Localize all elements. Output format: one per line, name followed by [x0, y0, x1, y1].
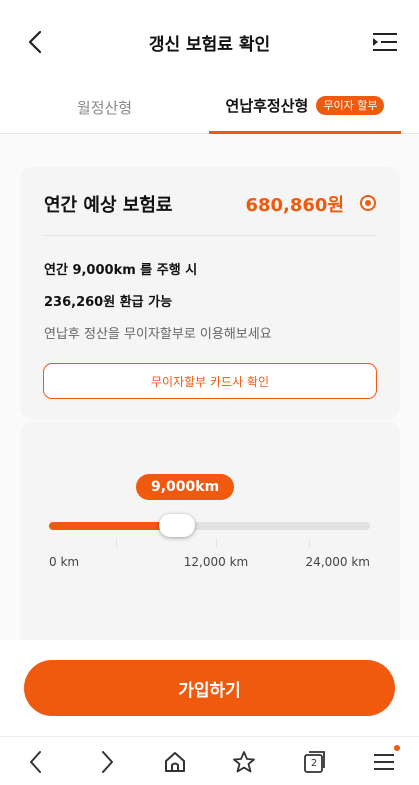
browser-tabs-button[interactable]: 2	[301, 749, 327, 775]
tab-label: 연납후정산형	[225, 97, 309, 115]
mileage-condition-text: 연간 9,000km 를 주행 시	[44, 263, 198, 278]
mileage-slider-track[interactable]	[49, 522, 370, 530]
slider-tick	[116, 538, 117, 548]
interest-free-badge: 무이자 할부	[316, 96, 385, 115]
notification-dot	[394, 745, 400, 751]
browser-toolbar: 2	[0, 736, 419, 785]
list-menu-icon	[373, 33, 397, 51]
home-icon	[165, 752, 185, 772]
tab-count: 2	[310, 758, 318, 769]
tab-label: 월정산형	[76, 98, 133, 117]
refund-text: 236,260원 환급 가능	[44, 295, 173, 310]
info-icon[interactable]	[360, 195, 376, 211]
hamburger-icon	[374, 754, 394, 770]
slider-tick	[216, 538, 217, 548]
scale-label-mid: 12,000 km	[183, 555, 249, 569]
header: 갱신 보험료 확인	[0, 0, 419, 80]
scale-label-min: 0 km	[49, 555, 80, 569]
list-menu-button[interactable]	[371, 28, 399, 56]
bottom-action-bar: 가입하기	[0, 640, 419, 736]
premium-amount: 680,860원	[245, 195, 344, 216]
browser-forward-button[interactable]	[94, 749, 120, 775]
join-button[interactable]: 가입하기	[24, 660, 395, 716]
scale-label-max: 24,000 km	[305, 555, 370, 569]
premium-title: 연간 예상 보험료	[44, 195, 173, 216]
browser-bookmark-button[interactable]	[231, 749, 257, 775]
slider-fill	[49, 522, 178, 530]
chevron-left-icon	[30, 751, 41, 773]
browser-menu-button[interactable]	[371, 745, 400, 775]
slider-value-bubble: 9,000km	[136, 474, 235, 500]
browser-home-button[interactable]	[162, 749, 188, 775]
card-company-check-button[interactable]: 무이자할부 카드사 확인	[43, 363, 377, 399]
tab-annual-settlement[interactable]: 연납후정산형 무이자 할부	[209, 80, 401, 134]
divider	[44, 235, 376, 236]
mileage-slider-thumb[interactable]	[159, 514, 196, 537]
installment-hint-text: 연납후 정산을 무이자할부로 이용해보세요	[44, 327, 272, 342]
tab-monthly-settlement[interactable]: 월정산형	[0, 80, 209, 134]
slider-tick	[309, 538, 310, 548]
mileage-slider-card: 9,000km 0 km 12,000 km 24,000 km	[20, 422, 400, 652]
browser-back-button[interactable]	[23, 749, 49, 775]
plan-tabs: 월정산형 연납후정산형 무이자 할부	[0, 80, 419, 134]
chevron-right-icon	[102, 751, 113, 773]
star-icon	[233, 751, 255, 773]
page-title: 갱신 보험료 확인	[148, 35, 271, 55]
premium-card: 연간 예상 보험료 680,860원 연간 9,000km 를 주행 시 236…	[20, 167, 400, 419]
